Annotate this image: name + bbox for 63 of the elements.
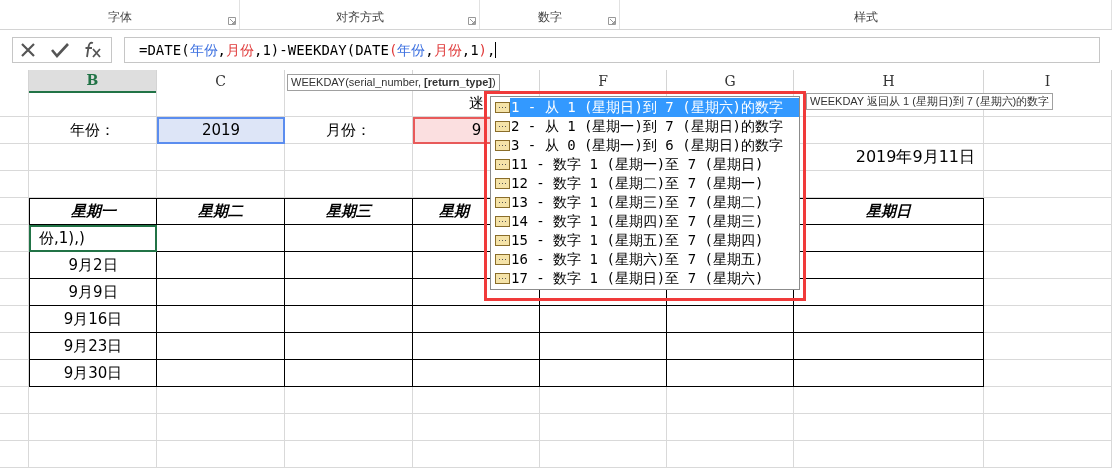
enum-value-icon [495,178,510,189]
ribbon-group-label: 样式 [853,9,878,26]
cell[interactable] [540,333,667,360]
cell[interactable] [285,306,413,333]
cell[interactable] [157,333,285,360]
cell[interactable] [285,333,413,360]
cell[interactable]: 9月16日 [29,306,157,333]
table-header-cell[interactable]: 星期二 [157,198,285,225]
formula-input-field[interactable]: =DATE(年份,月份,1)-WEEKDAY(DATE(年份,月份,1), [124,37,1100,63]
close-icon[interactable] [20,42,37,58]
enum-value-icon [495,140,510,151]
dialog-launcher-icon[interactable] [608,17,616,25]
enum-value-icon [495,197,510,208]
enum-value-icon [495,102,510,113]
cell[interactable] [667,333,794,360]
column-header[interactable]: G [667,70,794,93]
cell[interactable] [413,333,540,360]
cell[interactable] [157,252,285,279]
column-header[interactable]: C [157,70,285,93]
enum-value-icon [495,235,510,246]
cell[interactable]: 9月30日 [29,360,157,387]
syntax-tooltip: WEEKDAY(serial_number, [return_type]) [287,74,500,91]
cell[interactable] [794,333,984,360]
cell[interactable] [794,306,984,333]
cell[interactable]: 份,1),) [29,225,157,252]
ribbon-group-label: 对齐方式 [335,9,384,26]
cell[interactable] [285,279,413,306]
dialog-launcher-icon[interactable] [468,17,476,25]
cell[interactable]: 9月2日 [29,252,157,279]
cell[interactable] [157,225,285,252]
enum-value-icon [495,216,510,227]
cell[interactable] [157,279,285,306]
column-header[interactable]: B [29,70,157,93]
table-header-cell[interactable]: 星期三 [285,198,413,225]
cell[interactable] [285,252,413,279]
enum-value-icon [495,121,510,132]
cell[interactable] [285,360,413,387]
table-header-cell[interactable]: 星期一 [29,198,157,225]
checkmark-icon[interactable] [51,42,69,58]
cell[interactable] [285,225,413,252]
cell[interactable] [157,306,285,333]
cell[interactable] [413,360,540,387]
enum-value-icon [495,254,510,265]
cell[interactable] [667,306,794,333]
cell[interactable] [157,360,285,387]
cell[interactable]: 9月23日 [29,333,157,360]
column-header[interactable]: H [794,70,984,93]
enum-value-icon [495,159,510,170]
function-icon[interactable] [83,41,104,59]
cell[interactable]: 9月9日 [29,279,157,306]
cell[interactable] [540,360,667,387]
enum-value-icon [495,273,510,284]
dialog-launcher-icon[interactable] [228,17,236,25]
cell[interactable] [413,306,540,333]
description-tooltip: WEEKDAY 返回从 1 (星期日)到 7 (星期六)的数字 [806,93,1054,110]
cell[interactable] [794,360,984,387]
column-header[interactable]: F [540,70,667,93]
ribbon-group-label: 字体 [107,9,132,26]
ribbon-group-label: 数字 [537,9,562,26]
cell[interactable]: 2019 [157,117,285,144]
cell[interactable] [540,306,667,333]
column-header[interactable]: I [984,70,1112,93]
cell[interactable] [667,360,794,387]
